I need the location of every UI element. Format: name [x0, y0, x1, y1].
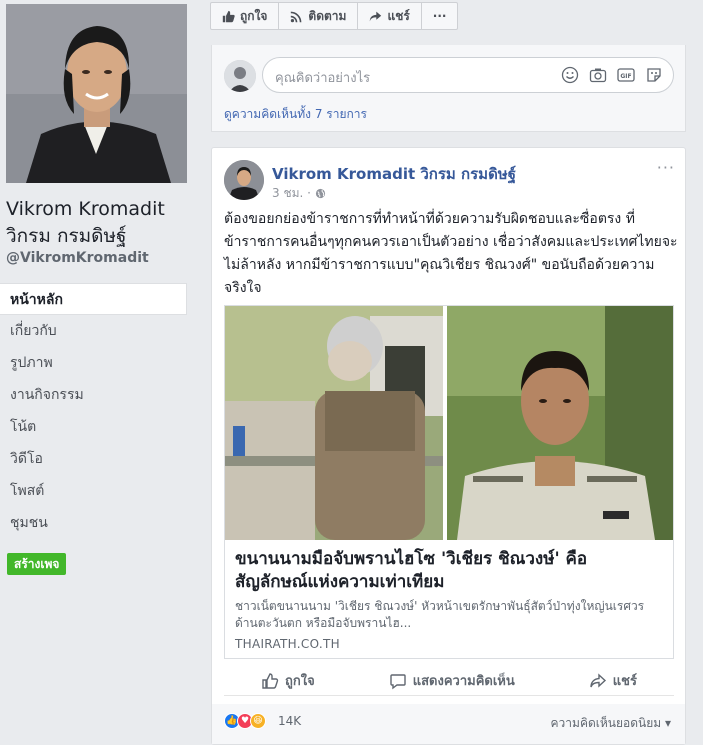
- post-author-name[interactable]: Vikrom Kromadit วิกรม กรมดิษฐ์: [272, 162, 516, 186]
- nav-item-community[interactable]: ชุมชน: [0, 507, 187, 539]
- post-timestamp[interactable]: 3 ชม. ·: [272, 184, 311, 203]
- nav-item-about[interactable]: เกี่ยวกับ: [0, 315, 187, 347]
- nav-item-home[interactable]: หน้าหลัก: [0, 283, 187, 315]
- create-page-button[interactable]: สร้างเพจ: [7, 553, 67, 575]
- page-name-thai[interactable]: วิกรม กรมดิษฐ์: [6, 224, 127, 248]
- share-page-label: แชร์: [387, 8, 410, 23]
- post-card: Vikrom Kromadit วิกรม กรมดิษฐ์ 3 ชม. · ·…: [211, 147, 686, 745]
- view-all-comments-link[interactable]: ดูความคิดเห็นทั้ง 7 รายการ: [224, 105, 367, 124]
- follow-page-label: ติดตาม: [308, 8, 347, 23]
- link-preview-image[interactable]: [225, 306, 673, 540]
- commenter-avatar: [224, 60, 256, 92]
- nav-item-events[interactable]: งานกิจกรรม: [0, 379, 187, 411]
- comment-button[interactable]: แสดงความคิดเห็น: [389, 666, 515, 695]
- comment-placeholder: คุณคิดว่าอย่างไร: [275, 71, 371, 86]
- thumbs-up-icon: [262, 672, 279, 689]
- sticker-icon[interactable]: [645, 66, 663, 84]
- top-comments-dropdown[interactable]: ความคิดเห็นยอดนิยม ▾: [551, 714, 671, 733]
- smiley-icon[interactable]: [561, 66, 579, 84]
- comment-label: แสดงความคิดเห็น: [412, 674, 515, 689]
- post-author-avatar[interactable]: [224, 160, 264, 200]
- left-column: Vikrom Kromadit วิกรม กรมดิษฐ์ @VikromKr…: [0, 0, 196, 745]
- share-page-button[interactable]: แชร์: [358, 3, 422, 29]
- nav-item-notes[interactable]: โน้ต: [0, 411, 187, 443]
- like-label: ถูกใจ: [285, 674, 315, 689]
- profile-photo[interactable]: [6, 4, 187, 183]
- haha-reaction-icon: 😆: [250, 713, 266, 729]
- share-arrow-icon: [370, 11, 382, 21]
- post-meta: 3 ชม. ·: [272, 184, 326, 203]
- like-button[interactable]: ถูกใจ: [261, 666, 315, 695]
- nav-item-posts[interactable]: โพสต์: [0, 475, 187, 507]
- previous-post-comments: คุณคิดว่าอย่างไร GIF ดูความคิดเห็นทั้ง 7…: [211, 45, 686, 132]
- link-domain: THAIRATH.CO.TH: [235, 637, 340, 651]
- thumbs-up-icon: [222, 10, 235, 22]
- gif-icon[interactable]: GIF: [617, 66, 635, 84]
- comment-icon: [390, 673, 406, 689]
- rss-icon: [291, 11, 302, 22]
- like-page-label: ถูกใจ: [240, 8, 268, 23]
- share-label: แชร์: [612, 674, 637, 689]
- link-title[interactable]: ขนานนามมือจับพรานไฮโซ 'วิเชียร ชิณวงษ์' …: [235, 548, 665, 594]
- share-button[interactable]: แชร์: [589, 666, 637, 695]
- more-options-button[interactable]: ···: [422, 3, 458, 29]
- link-description: ชาวเน็ตขนานนาม 'วิเชียร ชิณวงษ์' หัวหน้า…: [235, 599, 645, 630]
- reactions-row: 👍 ♥ 😆 14K ความคิดเห็นยอดนิยม ▾: [212, 704, 685, 744]
- camera-icon[interactable]: [589, 66, 607, 84]
- globe-icon: [315, 188, 326, 199]
- page-handle[interactable]: @VikromKromadit: [6, 250, 149, 266]
- reaction-count[interactable]: 14K: [278, 714, 301, 728]
- share-arrow-icon: [590, 672, 606, 688]
- reaction-icons[interactable]: 👍 ♥ 😆: [224, 713, 266, 729]
- comment-input[interactable]: คุณคิดว่าอย่างไร GIF: [262, 57, 674, 93]
- nav-item-videos[interactable]: วิดีโอ: [0, 443, 187, 475]
- comment-tools: GIF: [561, 66, 663, 84]
- like-page-button[interactable]: ถูกใจ: [211, 3, 280, 29]
- nav-item-photos[interactable]: รูปภาพ: [0, 347, 187, 379]
- page-nav: หน้าหลัก เกี่ยวกับ รูปภาพ งานกิจกรรม โน้…: [0, 283, 187, 539]
- post-actions: ถูกใจ แสดงความคิดเห็น แชร์: [224, 666, 674, 696]
- page-name[interactable]: Vikrom Kromadit: [6, 197, 196, 221]
- post-options-button[interactable]: ···: [657, 158, 675, 177]
- svg-text:GIF: GIF: [620, 73, 631, 80]
- post-text: ต้องขอยกย่องข้าราชการที่ทำหน้าที่ด้วยควา…: [224, 211, 678, 296]
- page-action-bar: ถูกใจ ติดตาม แชร์ ···: [210, 2, 459, 30]
- follow-page-button[interactable]: ติดตาม: [279, 3, 359, 29]
- link-preview[interactable]: ขนานนามมือจับพรานไฮโซ 'วิเชียร ชิณวงษ์' …: [224, 305, 674, 659]
